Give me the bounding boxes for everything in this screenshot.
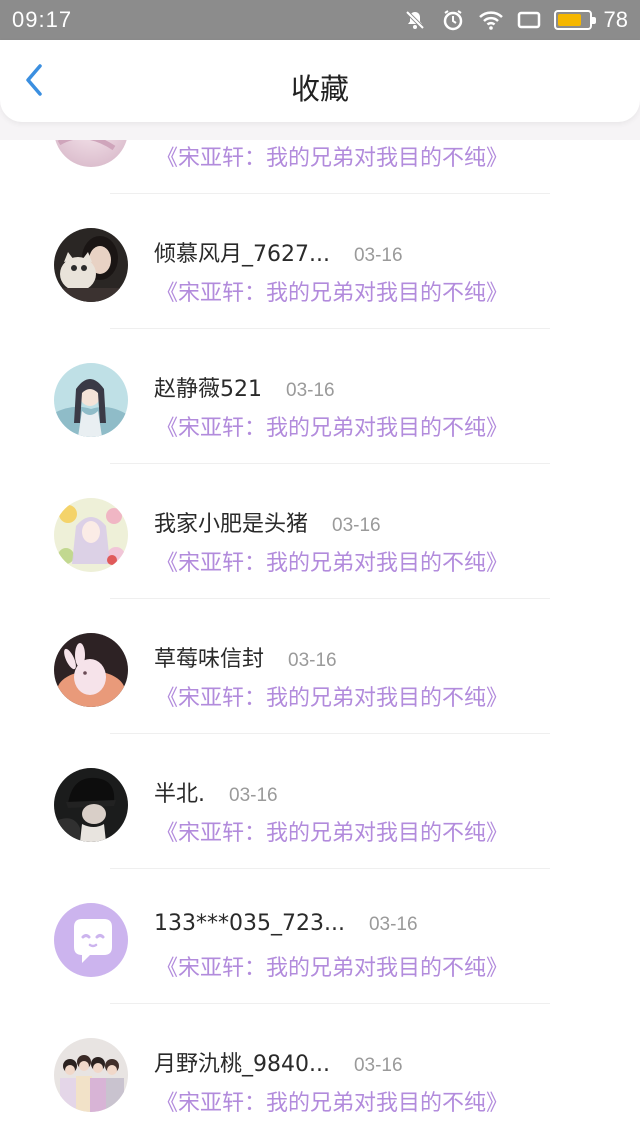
- avatar[interactable]: [54, 228, 128, 302]
- alarm-icon: [440, 7, 466, 33]
- name-line: 月野氿桃_9840... 03-16: [154, 1046, 403, 1078]
- mute-bell-icon: [402, 7, 428, 33]
- user-name[interactable]: 赵静薇521: [154, 371, 262, 403]
- book-title-link[interactable]: 《宋亚轩：我的兄弟对我目的不纯》: [156, 680, 508, 712]
- name-line: 倾慕风月_7627... 03-16: [154, 236, 403, 268]
- item-date: 03-16: [288, 650, 337, 671]
- user-name[interactable]: 月野氿桃_9840...: [154, 1046, 330, 1078]
- header-bar: 收藏: [0, 40, 640, 122]
- screen-icon: [516, 7, 542, 33]
- name-line: 草莓味信封 03-16: [154, 641, 337, 673]
- name-line: 赵静薇521 03-16: [154, 371, 335, 403]
- list-item[interactable]: 月野氿桃_9840... 03-16 《宋亚轩：我的兄弟对我目的不纯》: [0, 1004, 640, 1138]
- book-title-link[interactable]: 《宋亚轩：我的兄弟对我目的不纯》: [156, 815, 508, 847]
- battery-percent: 78: [603, 7, 628, 32]
- battery-icon: [553, 10, 596, 30]
- favorites-list[interactable]: 《宋亚轩：我的兄弟对我目的不纯》 倾慕风月_7627... 03-16 《宋亚轩…: [0, 140, 640, 1138]
- item-date: 03-16: [368, 914, 418, 935]
- avatar[interactable]: [54, 498, 128, 572]
- favorites-list-inner: 《宋亚轩：我的兄弟对我目的不纯》 倾慕风月_7627... 03-16 《宋亚轩…: [0, 140, 640, 1138]
- name-line: 半北. 03-16: [154, 776, 278, 808]
- list-item[interactable]: 草莓味信封 03-16 《宋亚轩：我的兄弟对我目的不纯》: [0, 599, 640, 734]
- header-area: 收藏: [0, 40, 640, 140]
- book-title-link[interactable]: 《宋亚轩：我的兄弟对我目的不纯》: [156, 545, 508, 577]
- list-item[interactable]: 《宋亚轩：我的兄弟对我目的不纯》: [0, 140, 640, 194]
- list-item[interactable]: 133***035_723... 03-16 《宋亚轩：我的兄弟对我目的不纯》: [0, 869, 640, 1004]
- user-name[interactable]: 133***035_723...: [154, 911, 345, 936]
- status-bar: 09:17 78: [0, 0, 640, 40]
- book-title-link[interactable]: 《宋亚轩：我的兄弟对我目的不纯》: [156, 950, 508, 982]
- user-name[interactable]: 半北.: [154, 776, 205, 808]
- list-item[interactable]: 倾慕风月_7627... 03-16 《宋亚轩：我的兄弟对我目的不纯》: [0, 194, 640, 329]
- list-item[interactable]: 赵静薇521 03-16 《宋亚轩：我的兄弟对我目的不纯》: [0, 329, 640, 464]
- avatar[interactable]: [54, 903, 128, 977]
- item-date: 03-16: [229, 785, 278, 806]
- avatar[interactable]: [54, 768, 128, 842]
- item-date: 03-16: [353, 245, 403, 266]
- book-title-link[interactable]: 《宋亚轩：我的兄弟对我目的不纯》: [156, 275, 508, 307]
- page-title: 收藏: [290, 72, 349, 106]
- user-name[interactable]: 我家小肥是头猪: [154, 506, 308, 538]
- avatar[interactable]: [54, 363, 128, 437]
- avatar[interactable]: [54, 633, 128, 707]
- book-title-link[interactable]: 《宋亚轩：我的兄弟对我目的不纯》: [156, 140, 508, 172]
- book-title-link[interactable]: 《宋亚轩：我的兄弟对我目的不纯》: [156, 410, 508, 442]
- item-date: 03-16: [332, 515, 381, 536]
- status-icons: 78: [402, 7, 628, 33]
- item-date: 03-16: [353, 1055, 403, 1076]
- avatar[interactable]: [54, 140, 128, 167]
- list-item[interactable]: 我家小肥是头猪 03-16 《宋亚轩：我的兄弟对我目的不纯》: [0, 464, 640, 599]
- book-title-link[interactable]: 《宋亚轩：我的兄弟对我目的不纯》: [156, 1085, 508, 1117]
- status-time: 09:17: [12, 7, 73, 32]
- name-line: 我家小肥是头猪 03-16: [154, 506, 381, 538]
- list-item[interactable]: 半北. 03-16 《宋亚轩：我的兄弟对我目的不纯》: [0, 734, 640, 869]
- name-line: 133***035_723... 03-16: [154, 911, 418, 936]
- item-date: 03-16: [286, 380, 335, 401]
- battery-fill: [557, 14, 581, 26]
- avatar[interactable]: [54, 1038, 128, 1112]
- user-name[interactable]: 倾慕风月_7627...: [154, 236, 330, 268]
- wifi-icon: [478, 7, 504, 33]
- user-name[interactable]: 草莓味信封: [154, 641, 264, 673]
